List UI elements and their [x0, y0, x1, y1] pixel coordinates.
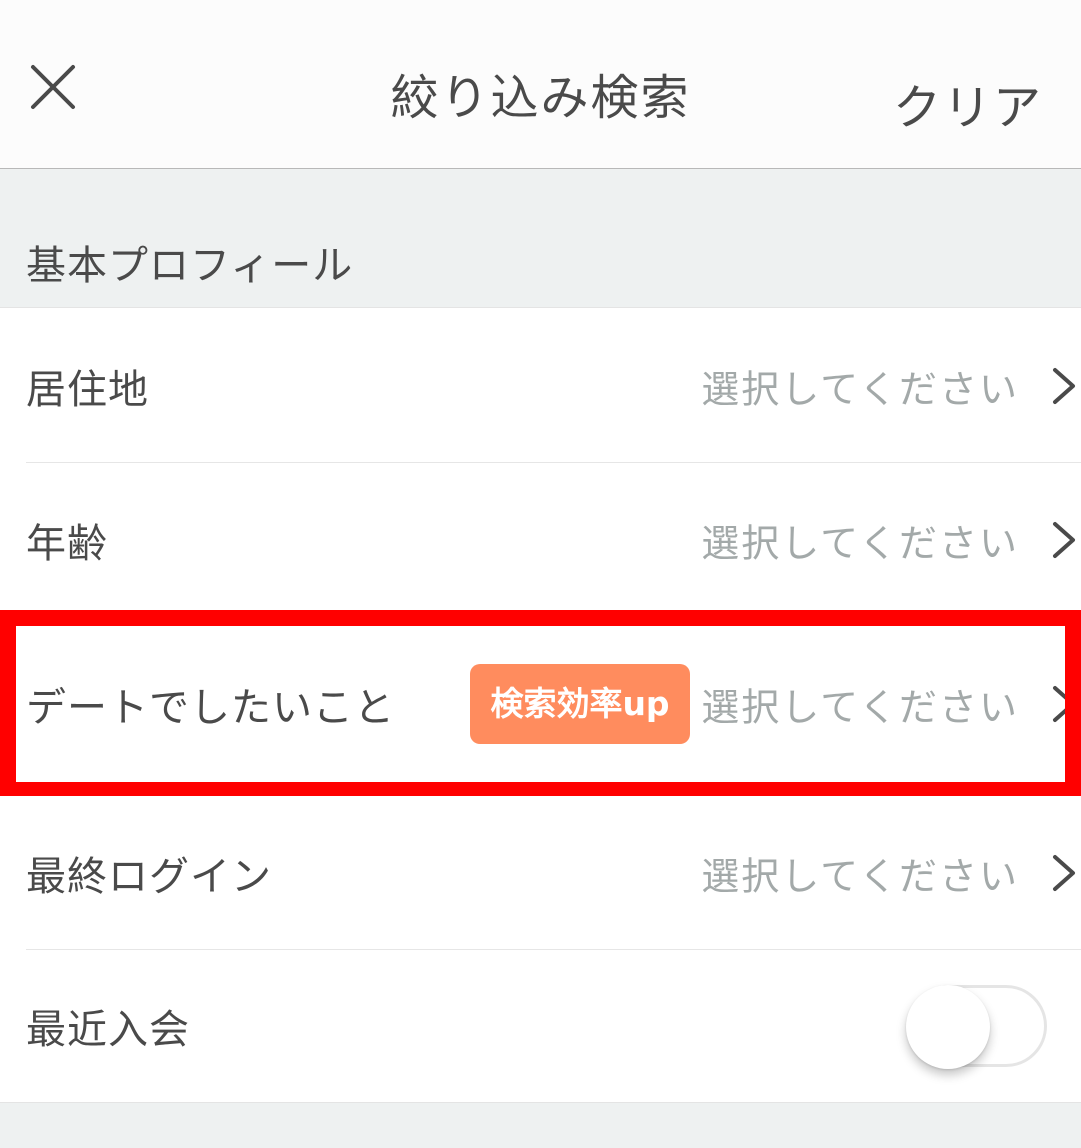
chevron-right-icon: [1049, 684, 1079, 724]
filter-value: 選択してください: [701, 367, 1019, 412]
filter-value: 選択してください: [701, 521, 1019, 566]
filter-label: 最終ログイン: [26, 854, 272, 900]
section-footer: [0, 1102, 1081, 1148]
filter-row-residence[interactable]: 居住地 選択してください: [0, 309, 1081, 463]
filter-label: 最近入会: [26, 1007, 190, 1053]
section-header-basic-profile: 基本プロフィール: [0, 169, 1081, 308]
filter-value: 選択してください: [701, 685, 1019, 730]
clear-button[interactable]: クリア: [893, 68, 1043, 138]
chevron-right-icon: [1049, 366, 1079, 406]
header-bar: 絞り込み検索 クリア: [0, 0, 1081, 169]
chevron-right-icon: [1049, 520, 1079, 560]
filter-label: デートでしたいこと: [26, 685, 395, 731]
filter-row-recently-joined: 最近入会: [0, 950, 1081, 1102]
chevron-right-icon: [1049, 853, 1079, 893]
filter-label: 居住地: [26, 367, 149, 413]
filter-row-last-login[interactable]: 最終ログイン 選択してください: [0, 796, 1081, 950]
filter-row-date-activity[interactable]: デートでしたいこと 検索効率up 選択してください: [0, 626, 1081, 782]
filter-label: 年齢: [26, 521, 108, 567]
filter-value: 選択してください: [701, 854, 1019, 899]
filter-row-age[interactable]: 年齢 選択してください: [0, 463, 1081, 617]
toggle-knob: [906, 985, 990, 1069]
search-efficiency-badge: 検索効率up: [470, 664, 690, 744]
recently-joined-toggle[interactable]: [906, 985, 1047, 1069]
section-title: 基本プロフィール: [26, 243, 354, 289]
